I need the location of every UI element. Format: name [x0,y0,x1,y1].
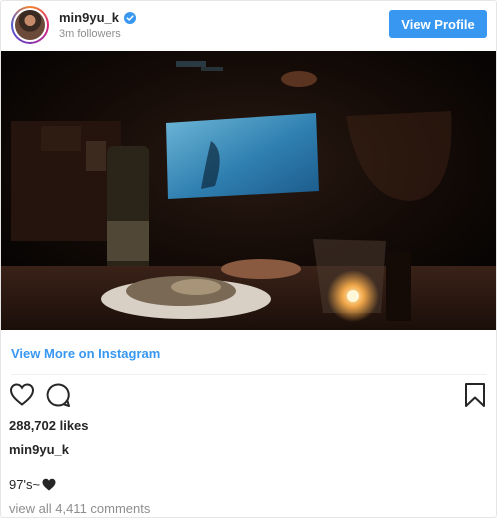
likes-count[interactable]: 288,702 likes [9,418,89,433]
instagram-embed: min9yu_k 3m followers View Profile View … [0,0,497,518]
verified-badge-icon [123,11,136,24]
avatar-image [15,10,45,40]
followers-count: 3m followers [59,28,121,40]
avatar[interactable] [11,6,49,44]
caption-username[interactable]: min9yu_k [9,442,69,457]
view-comments-link[interactable]: view all 4,411 comments [9,501,150,516]
view-more-link[interactable]: View More on Instagram [11,346,160,361]
bookmark-icon[interactable] [464,382,486,408]
username[interactable]: min9yu_k [59,10,119,25]
caption-text: 97's~ [9,477,41,492]
post-photo[interactable] [1,51,496,330]
post-photo-image [1,51,496,330]
caption: 97's~ [9,477,56,492]
divider [11,374,487,375]
black-heart-icon [42,478,56,491]
avatar-border [13,8,47,42]
username-row: min9yu_k [59,10,136,25]
post-header: min9yu_k 3m followers View Profile [1,1,496,51]
view-profile-button[interactable]: View Profile [389,10,487,38]
comment-bubble-icon[interactable] [45,382,71,408]
heart-outline-icon[interactable] [9,382,35,407]
